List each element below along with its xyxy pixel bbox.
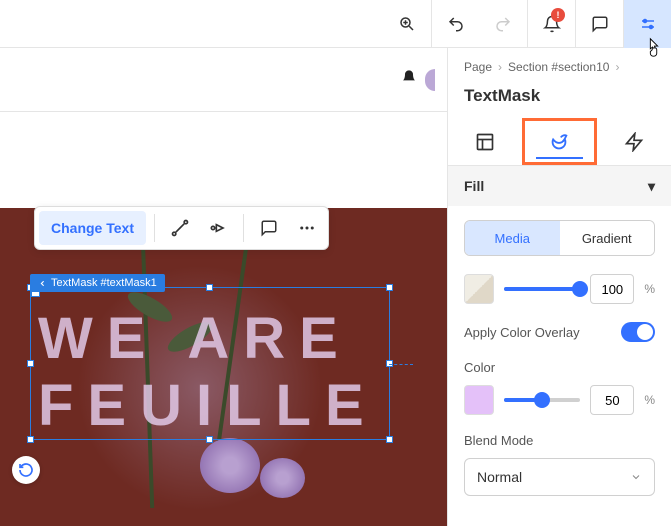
notification-badge: ! xyxy=(551,8,565,22)
color-opacity-slider[interactable] xyxy=(504,398,580,402)
redo-button[interactable] xyxy=(479,0,527,48)
tab-interactions[interactable] xyxy=(597,118,671,165)
breadcrumb: Page › Section #section10 › xyxy=(448,48,671,82)
divider xyxy=(243,214,244,242)
caret-down-icon: ▾ xyxy=(648,178,655,195)
canvas-stage[interactable]: TextMask #textMask1 WE ARE FEUILLE xyxy=(0,208,447,526)
fill-media-tab[interactable]: Media xyxy=(465,221,560,255)
selection-tag-text: TextMask #textMask1 xyxy=(51,277,157,289)
opacity-slider[interactable] xyxy=(504,287,580,291)
apply-overlay-label: Apply Color Overlay xyxy=(464,325,580,340)
change-text-button[interactable]: Change Text xyxy=(39,211,146,245)
canvas-tabs-strip xyxy=(0,48,447,112)
inspector-panel: Page › Section #section10 › TextMask Fil… xyxy=(447,48,671,526)
zoom-button[interactable] xyxy=(383,0,431,48)
more-icon[interactable] xyxy=(290,211,324,245)
revert-button[interactable] xyxy=(12,456,40,484)
divider xyxy=(154,214,155,242)
selection-tag[interactable]: TextMask #textMask1 xyxy=(30,274,165,292)
flower-decoration xyxy=(200,438,260,493)
canvas-bell-icon[interactable] xyxy=(401,69,417,90)
selection-box[interactable] xyxy=(30,287,390,440)
breadcrumb-section[interactable]: Section #section10 xyxy=(508,60,609,74)
color-label: Color xyxy=(464,360,655,375)
panel-title: TextMask xyxy=(448,82,671,118)
percent-label: % xyxy=(644,393,655,407)
flower-decoration xyxy=(260,458,305,498)
floating-toolbar: Change Text xyxy=(34,206,329,250)
fill-label: Fill xyxy=(464,178,484,194)
path-tool-icon[interactable] xyxy=(163,211,197,245)
notifications-button[interactable]: ! xyxy=(527,0,575,48)
blend-mode-label: Blend Mode xyxy=(464,433,655,448)
blend-mode-select[interactable]: Normal xyxy=(464,458,655,496)
undo-button[interactable] xyxy=(431,0,479,48)
color-swatch[interactable] xyxy=(464,385,494,415)
chevron-right-icon: › xyxy=(498,60,502,74)
percent-label: % xyxy=(644,282,655,296)
top-toolbar: ! xyxy=(0,0,671,48)
media-thumbnail[interactable] xyxy=(464,274,494,304)
panel-tabs xyxy=(448,118,671,166)
apply-overlay-toggle[interactable] xyxy=(621,322,655,342)
tab-layout[interactable] xyxy=(448,118,522,165)
tab-design[interactable] xyxy=(522,118,596,165)
breadcrumb-page[interactable]: Page xyxy=(464,60,492,74)
comment-tool-icon[interactable] xyxy=(252,211,286,245)
chevron-right-icon: › xyxy=(615,60,619,74)
comments-button[interactable] xyxy=(575,0,623,48)
fill-gradient-tab[interactable]: Gradient xyxy=(560,221,655,255)
animation-tool-icon[interactable] xyxy=(201,211,235,245)
fill-section-header[interactable]: Fill ▾ xyxy=(448,166,671,206)
avatar[interactable] xyxy=(425,69,435,91)
chevron-down-icon xyxy=(630,471,642,483)
color-opacity-input[interactable] xyxy=(590,385,634,415)
opacity-input[interactable] xyxy=(590,274,634,304)
tools-button[interactable] xyxy=(623,0,671,48)
fill-type-segmented: Media Gradient xyxy=(464,220,655,256)
blend-mode-value: Normal xyxy=(477,469,522,485)
editor-canvas[interactable]: Change Text Text xyxy=(0,48,447,526)
